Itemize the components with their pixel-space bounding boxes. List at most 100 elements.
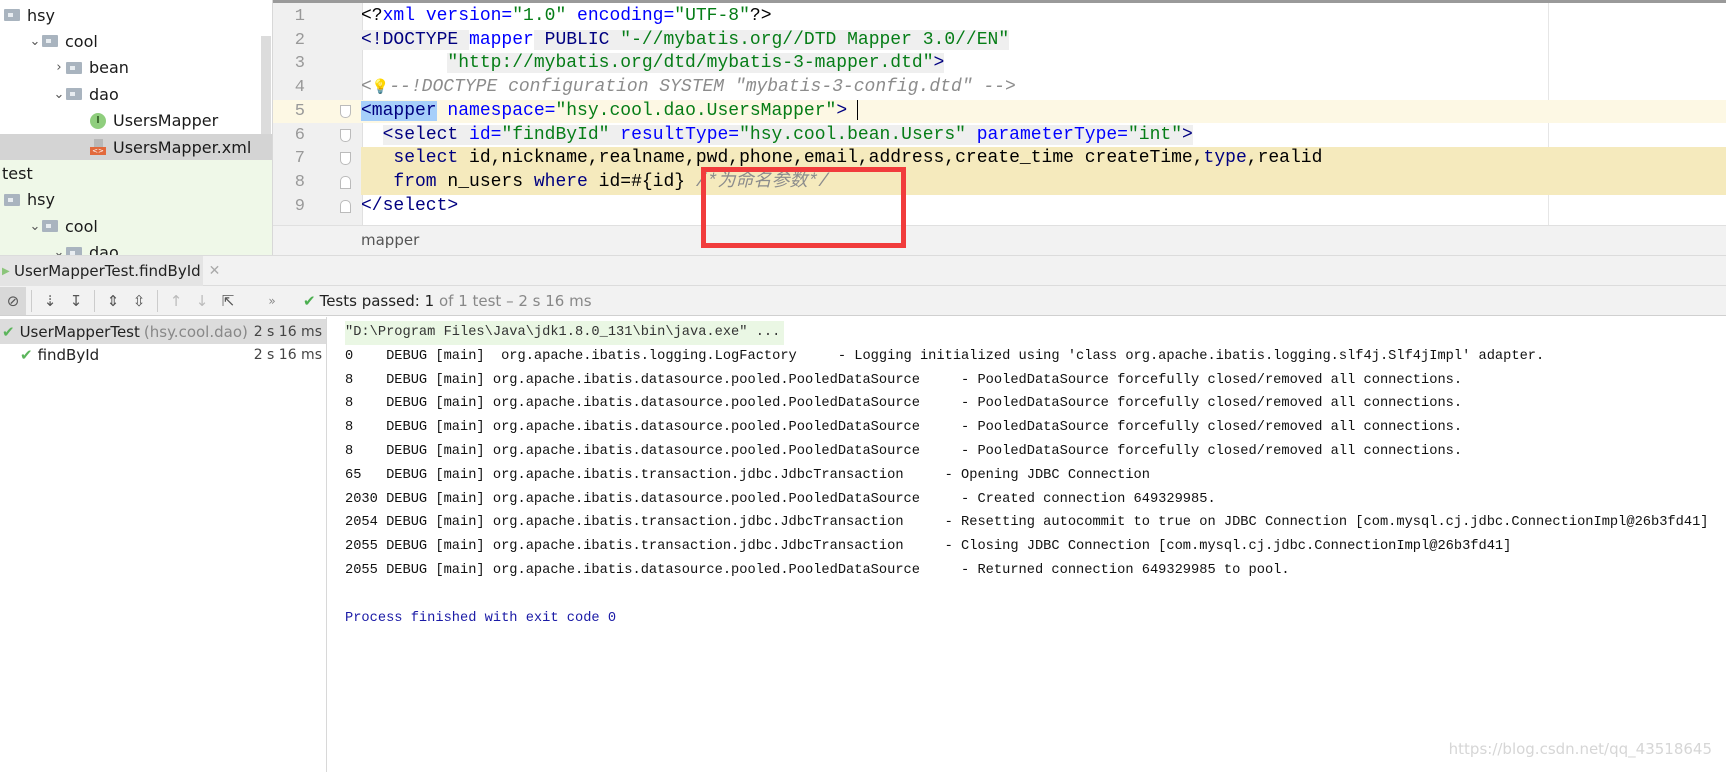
- folder-icon: [4, 193, 20, 206]
- code-text: from n_users where id=#{id} /*为命名参数*/: [361, 170, 1726, 195]
- console-output[interactable]: "D:\Program Files\Java\jdk1.8.0_131\bin\…: [327, 317, 1726, 772]
- sort-alphabetically-icon[interactable]: ⇣: [37, 287, 63, 315]
- test-result-item[interactable]: ✔ UserMapperTest (hsy.cool.dao) 2 s 16 ms: [0, 319, 326, 344]
- annotation-highlight-box: [701, 167, 906, 248]
- project-tree: hsy ⌄ cool › bean ⌄ dao I UsersMapper UsersMapper…: [0, 0, 273, 255]
- test-name: findById: [37, 346, 100, 365]
- tree-item-label: UsersMapper.xml: [113, 137, 252, 157]
- code-line[interactable]: 5 <mapper namespace="hsy.cool.dao.UsersMa…: [273, 99, 1726, 124]
- tree-item-label: cool: [65, 31, 98, 51]
- chevron-down-icon[interactable]: ⌄: [28, 34, 42, 49]
- code-line[interactable]: 6 <select id="findById" resultType="hsy.…: [273, 124, 1726, 148]
- tree-item[interactable]: ⌄ cool: [0, 213, 272, 239]
- expand-all-icon[interactable]: ⇕: [100, 287, 126, 315]
- folder-icon: [42, 220, 58, 233]
- test-duration: 2 s 16 ms: [253, 347, 322, 364]
- code-line[interactable]: 9 </select>: [273, 195, 1726, 219]
- chevron-down-icon[interactable]: ⌄: [52, 245, 66, 255]
- tree-item[interactable]: hsy: [0, 187, 272, 213]
- code-line[interactable]: 8 from n_users where id=#{id} /*为命名参数*/: [273, 170, 1726, 195]
- chevron-down-icon[interactable]: ⌄: [28, 219, 42, 234]
- tree-item-label: dao: [89, 243, 119, 255]
- code-line[interactable]: 7 select id,nickname,realname,pwd,phone,…: [273, 147, 1726, 171]
- test-results-tree: ✔ UserMapperTest (hsy.cool.dao) 2 s 16 ms ✔ f…: [0, 317, 327, 772]
- console-line: 0 DEBUG [main] org.apache.ibatis.logging…: [345, 348, 1545, 364]
- console-line: 8 DEBUG [main] org.apache.ibatis.datasou…: [345, 396, 1463, 412]
- code-text: <select id="findById" resultType="hsy.co…: [361, 124, 1193, 148]
- interface-icon: I: [90, 112, 106, 129]
- code-token: <mapper: [361, 100, 437, 121]
- code-line[interactable]: 2 <!DOCTYPE mapper PUBLIC "-//mybatis.org…: [273, 29, 1726, 53]
- line-number: 9: [294, 196, 305, 216]
- code-token: <: [361, 77, 372, 98]
- code-token: "hsy.cool.dao.UsersMapper": [555, 100, 837, 121]
- code-token: type: [1203, 148, 1247, 169]
- export-icon[interactable]: ⇱: [215, 287, 241, 315]
- tree-item[interactable]: ⌄ dao: [0, 240, 272, 255]
- line-number: 8: [294, 172, 305, 192]
- stop-icon[interactable]: ⊘: [0, 286, 26, 315]
- fold-marker-icon[interactable]: [340, 199, 351, 213]
- code-token: xml version=: [382, 6, 513, 26]
- close-icon[interactable]: ✕: [209, 263, 221, 279]
- code-line[interactable]: 3 "http://mybatis.org/dtd/mybatis-3-mapp…: [273, 52, 1726, 76]
- fold-marker-icon[interactable]: [340, 175, 351, 189]
- status-label: Tests passed:: [319, 291, 420, 310]
- code-text: <!DOCTYPE mapper PUBLIC "-//mybatis.org/…: [361, 29, 1010, 53]
- previous-failed-icon[interactable]: ↑: [163, 287, 189, 315]
- code-token: select: [393, 148, 459, 169]
- fold-marker-icon[interactable]: [340, 104, 351, 118]
- line-number: 3: [294, 54, 305, 74]
- sort-by-duration-icon[interactable]: ↧: [63, 287, 89, 315]
- divider: [94, 289, 95, 312]
- tab-run-config[interactable]: ▶ UserMapperTest.findById ✕: [0, 256, 220, 286]
- test-result-item[interactable]: ✔ findById 2 s 16 ms: [0, 343, 326, 368]
- fold-marker-icon[interactable]: [340, 128, 351, 142]
- code-editor[interactable]: 1 <?xml version="1.0" encoding="UTF-8"?> 2…: [273, 0, 1726, 225]
- code-token: resultType=: [609, 124, 740, 145]
- check-icon: ✔: [2, 322, 15, 341]
- code-token: ?>: [749, 6, 772, 26]
- code-line[interactable]: 1 <?xml version="1.0" encoding="UTF-8"?>: [273, 5, 1726, 29]
- code-line[interactable]: 4 <💡--!DOCTYPE configuration SYSTEM "myba…: [273, 76, 1726, 100]
- chevron-down-icon[interactable]: ⌄: [52, 87, 66, 102]
- tree-item[interactable]: test: [0, 160, 272, 186]
- tree-item-label: cool: [65, 216, 98, 236]
- breadcrumb-item[interactable]: mapper: [361, 231, 419, 249]
- tree-item[interactable]: ⌄ cool: [0, 28, 272, 54]
- tree-item[interactable]: I UsersMapper: [0, 108, 272, 134]
- folder-icon: [42, 35, 58, 48]
- code-token: "findById": [501, 124, 610, 145]
- code-token: <?: [361, 6, 383, 26]
- code-token: "-//mybatis.org//DTD Mapper 3.0//EN": [620, 29, 1010, 50]
- code-token: where: [533, 171, 588, 192]
- line-number: 2: [294, 30, 305, 50]
- next-failed-icon[interactable]: ↓: [189, 287, 215, 315]
- check-icon: ✔: [303, 291, 316, 310]
- tree-item[interactable]: › bean: [0, 55, 272, 81]
- more-icon[interactable]: »: [259, 287, 285, 315]
- breadcrumb[interactable]: mapper: [273, 225, 1726, 255]
- code-token: ,realid: [1246, 148, 1323, 169]
- check-icon: ✔: [20, 346, 33, 365]
- tree-item[interactable]: hsy: [0, 2, 272, 28]
- fold-marker-icon[interactable]: [340, 152, 351, 166]
- tree-item-label: hsy: [27, 190, 55, 210]
- line-number: 7: [294, 149, 305, 169]
- chevron-right-icon[interactable]: ›: [52, 60, 66, 75]
- text-cursor: [857, 100, 859, 121]
- folder-icon: [4, 9, 20, 21]
- code-text: <💡--!DOCTYPE configuration SYSTEM "mybat…: [361, 76, 1016, 101]
- tree-item-label: dao: [89, 84, 119, 104]
- code-token: id=#{id}: [587, 171, 696, 192]
- tree-item[interactable]: ⌄ dao: [0, 81, 272, 107]
- code-text: <?xml version="1.0" encoding="UTF-8"?>: [361, 5, 772, 29]
- tree-item[interactable]: UsersMapper.xml: [0, 134, 272, 160]
- code-token: namespace=: [436, 100, 556, 121]
- collapse-all-icon[interactable]: ⇳: [126, 287, 152, 315]
- divider: [31, 289, 32, 312]
- lightbulb-icon[interactable]: 💡: [372, 80, 389, 96]
